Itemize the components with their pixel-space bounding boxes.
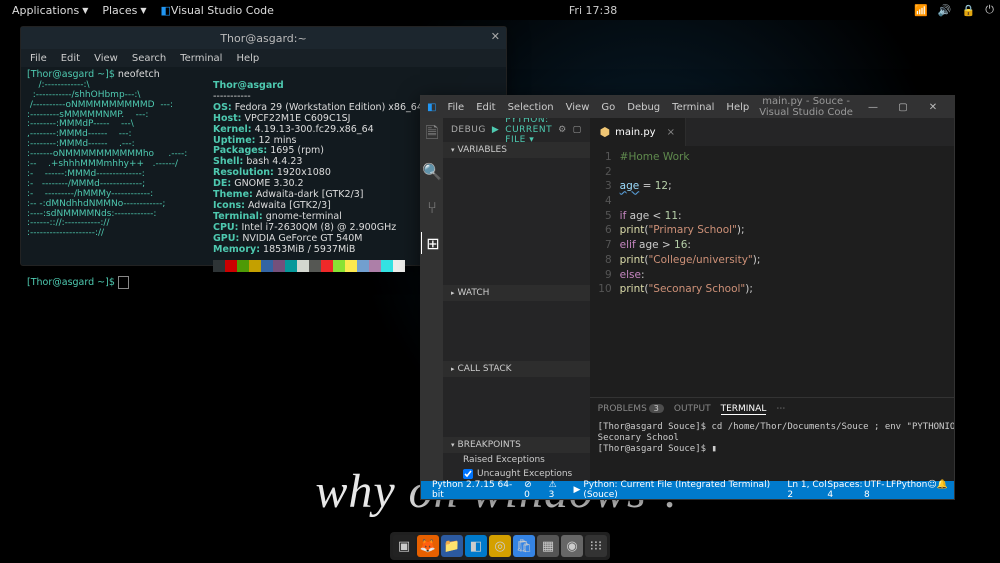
menu-terminal[interactable]: Terminal <box>667 100 719 115</box>
console-icon[interactable]: ▢ <box>573 125 582 135</box>
status-python[interactable]: Python 2.7.15 64-bit <box>427 480 519 500</box>
bp-uncaught-checkbox[interactable] <box>463 469 473 479</box>
terminal-title: Thor@asgard:~ <box>220 32 306 45</box>
menu-edit[interactable]: Edit <box>471 100 500 115</box>
dock-appgrid[interactable]: ⁝⁝⁝ <box>585 535 607 557</box>
menu-file[interactable]: File <box>442 100 469 115</box>
command: neofetch <box>118 69 160 80</box>
menu-view[interactable]: View <box>561 100 595 115</box>
menu-help[interactable]: Help <box>231 52 264 65</box>
section-breakpoints[interactable]: BREAKPOINTS <box>443 437 590 453</box>
tab-close-icon[interactable]: × <box>667 127 675 138</box>
status-cursor[interactable]: Ln 1, Col 2 <box>787 480 827 500</box>
vscode-titlebar[interactable]: ◧ File Edit Selection View Go Debug Term… <box>421 96 954 118</box>
tab-main-py[interactable]: ⬢ main.py × <box>590 118 686 146</box>
clock[interactable]: Fri 17:38 <box>280 4 906 17</box>
activity-bar: 🗎 🔍 ⑂ ⊞ <box>421 118 443 481</box>
status-debug-config[interactable]: ▶ Python: Current File (Integrated Termi… <box>568 480 787 500</box>
terminal-output[interactable]: [Thor@asgard Souce]$ cd /home/Thor/Docum… <box>590 420 954 481</box>
section-callstack[interactable]: CALL STACK <box>443 361 590 377</box>
panel-tab-terminal[interactable]: TERMINAL <box>721 404 767 415</box>
terminal-menubar: File Edit View Search Terminal Help <box>21 49 506 67</box>
code-editor[interactable]: 12345678910 #Home Work age = 12; if age … <box>590 146 954 397</box>
menu-terminal[interactable]: Terminal <box>175 52 227 65</box>
editor-tabs: ⬢ main.py × ◫ ⋯ <box>590 118 954 146</box>
neofetch-ascii: /:------------:\ :-----------/shhOHbmp--… <box>27 81 207 272</box>
status-bar: Python 2.7.15 64-bit ⊘ 0 ⚠ 3 ▶ Python: C… <box>421 481 954 499</box>
window-title: main.py - Souce - Visual Studio Code <box>754 96 858 118</box>
places-menu[interactable]: Places▼ <box>96 2 152 19</box>
menu-file[interactable]: File <box>25 52 52 65</box>
prompt: [Thor@asgard ~]$ <box>27 69 115 80</box>
vscode-window[interactable]: ◧ File Edit Selection View Go Debug Term… <box>420 95 955 500</box>
debug-header: DEBUG <box>451 125 486 135</box>
status-eol[interactable]: LF <box>886 480 896 500</box>
status-encoding[interactable]: UTF-8 <box>864 480 886 500</box>
gnome-topbar: Applications▼ Places▼ ◧ Visual Studio Co… <box>0 0 1000 20</box>
status-spaces[interactable]: Spaces: 4 <box>827 480 864 500</box>
debug-start-icon[interactable]: ▶ <box>492 125 499 135</box>
bottom-panel: PROBLEMS3 OUTPUT TERMINAL ⋯ 2: Python De… <box>590 397 954 481</box>
prompt: [Thor@asgard ~]$ <box>27 277 115 288</box>
dock-app6[interactable]: 🛍 <box>513 535 535 557</box>
status-feedback-icon[interactable]: ☺ <box>927 480 936 500</box>
dock-vscode[interactable]: ◧ <box>465 535 487 557</box>
vscode-icon: ◧ <box>427 102 436 113</box>
close-icon[interactable]: ✕ <box>491 30 500 43</box>
dock-files[interactable]: 📁 <box>441 535 463 557</box>
menu-view[interactable]: View <box>89 52 123 65</box>
status-errors[interactable]: ⊘ 0 <box>519 480 543 500</box>
maximize-button[interactable]: ▢ <box>888 102 918 113</box>
power-icon[interactable]: ⏻ <box>985 3 994 17</box>
network-icon[interactable]: 📶 <box>914 4 928 17</box>
dock-app5[interactable]: ◎ <box>489 535 511 557</box>
lock-icon[interactable]: 🔒 <box>962 4 976 17</box>
status-lang[interactable]: Python <box>896 480 927 500</box>
status-bell-icon[interactable]: 🔔 <box>937 480 948 500</box>
bp-raised-checkbox[interactable]: Raised Exceptions <box>443 453 590 467</box>
section-watch[interactable]: WATCH <box>443 285 590 301</box>
explorer-icon[interactable]: 🗎 <box>421 124 443 146</box>
panel-tab-problems[interactable]: PROBLEMS3 <box>598 404 664 414</box>
line-gutter: 12345678910 <box>590 146 620 397</box>
menu-go[interactable]: Go <box>596 100 620 115</box>
volume-icon[interactable]: 🔊 <box>938 4 952 17</box>
debug-config-selector[interactable]: Python: Current File ▾ <box>505 118 552 145</box>
menu-search[interactable]: Search <box>127 52 171 65</box>
dock-app8[interactable]: ◉ <box>561 535 583 557</box>
search-icon[interactable]: 🔍 <box>421 160 443 182</box>
menu-selection[interactable]: Selection <box>503 100 559 115</box>
terminal-titlebar[interactable]: Thor@asgard:~ ✕ <box>21 27 506 49</box>
debug।<div class=[interactable]: ⊞ <box>421 232 442 254</box>
status-warnings[interactable]: ⚠ 3 <box>544 480 569 500</box>
scm-icon[interactable]: ⑂ <box>421 196 443 218</box>
active-app-indicator[interactable]: ◧ Visual Studio Code <box>155 2 280 19</box>
debug-sidebar: DEBUG ▶ Python: Current File ▾ ⚙ ▢ VARIAB… <box>443 118 590 481</box>
dock: ▣ 🦊 📁 ◧ ◎ 🛍 ▦ ◉ ⁝⁝⁝ <box>390 532 610 560</box>
panel-tab-output[interactable]: OUTPUT <box>674 404 711 414</box>
menu-debug[interactable]: Debug <box>622 100 665 115</box>
panel-tab-more[interactable]: ⋯ <box>776 404 785 414</box>
dock-firefox[interactable]: 🦊 <box>417 535 439 557</box>
python-file-icon: ⬢ <box>600 125 610 139</box>
menu-edit[interactable]: Edit <box>56 52 85 65</box>
neofetch-info: Thor@asgard ----------- OS: Fedora 29 (W… <box>213 81 423 272</box>
color-palette <box>213 260 423 272</box>
tab-label: main.py <box>615 127 655 138</box>
minimize-button[interactable]: — <box>858 102 888 113</box>
close-button[interactable]: ✕ <box>918 102 948 113</box>
dock-terminal[interactable]: ▣ <box>393 535 415 557</box>
dock-app7[interactable]: ▦ <box>537 535 559 557</box>
gear-icon[interactable]: ⚙ <box>558 125 567 135</box>
applications-menu[interactable]: Applications▼ <box>6 2 94 19</box>
menu-help[interactable]: Help <box>721 100 754 115</box>
section-variables[interactable]: VARIABLES <box>443 142 590 158</box>
bp-uncaught[interactable]: Uncaught Exceptions <box>443 467 590 481</box>
